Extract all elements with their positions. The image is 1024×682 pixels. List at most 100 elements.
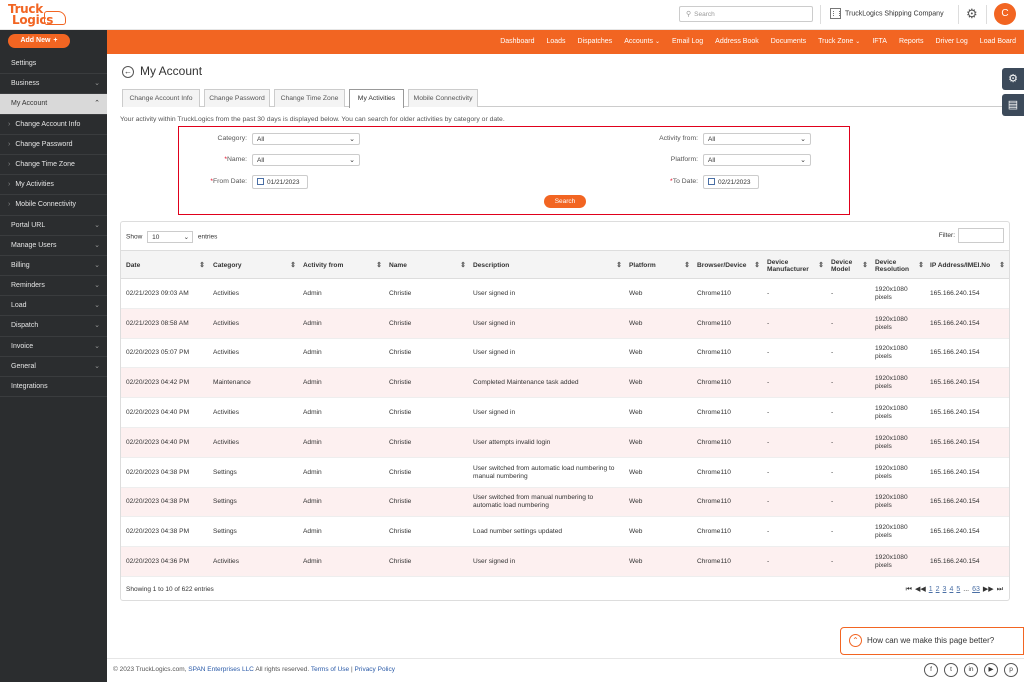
sidebar-subitem-change-time-zone[interactable]: › Change Time Zone	[0, 154, 107, 176]
page-link[interactable]: 3	[943, 586, 947, 593]
table-cell-device-model: -	[831, 528, 834, 536]
table-cell-device-resolution: 1920x1080 pixels	[875, 315, 908, 331]
sort-icon: ⇕	[616, 262, 622, 269]
table-cell-category: Activities	[213, 558, 240, 566]
table-cell-name: Christie	[389, 319, 412, 327]
column-header-category[interactable]: Category ⇕	[213, 251, 299, 280]
privacy-link[interactable]: Privacy Policy	[355, 666, 395, 673]
table-cell-name: Christie	[389, 558, 412, 566]
nav-reports[interactable]: Reports	[899, 30, 924, 54]
next-page-icon[interactable]: ▶▶	[983, 586, 994, 593]
column-header-activity-from[interactable]: Activity from ⇕	[303, 251, 385, 280]
page-link[interactable]: 2	[936, 586, 940, 593]
table-cell-browser-device: Chrome110	[697, 379, 731, 387]
column-header-browser-device[interactable]: Browser/Device ⇕	[697, 251, 763, 280]
table-cell-device-resolution: 1920x1080 pixels	[875, 405, 908, 421]
column-header-platform[interactable]: Platform ⇕	[629, 251, 693, 280]
pinterest-icon[interactable]: p	[1004, 663, 1018, 677]
user-avatar[interactable]: C	[994, 3, 1016, 25]
sidebar-item-manage-users[interactable]: Manage Users ⌄	[0, 236, 107, 256]
nav-documents[interactable]: Documents	[771, 30, 806, 54]
nav-email-log[interactable]: Email Log	[672, 30, 703, 54]
page-link[interactable]: 63	[972, 586, 980, 593]
platform-select[interactable]: All ⌄	[703, 154, 811, 166]
prev-page-icon[interactable]: ◀◀	[915, 586, 926, 593]
facebook-icon[interactable]: f	[924, 663, 938, 677]
sort-icon: ⇕	[290, 262, 296, 269]
column-header-description[interactable]: Description ⇕	[473, 251, 625, 280]
notes-icon[interactable]: ▤	[1002, 94, 1024, 116]
last-page-icon[interactable]: ⏭	[997, 586, 1003, 593]
nav-truck-zone[interactable]: Truck Zone ⌄	[818, 30, 860, 54]
sidebar-item-settings[interactable]: Settings	[0, 54, 107, 75]
tab-change-time-zone[interactable]: Change Time Zone	[274, 89, 345, 107]
nav-driver-log[interactable]: Driver Log	[936, 30, 968, 54]
sidebar-item-integrations[interactable]: Integrations	[0, 377, 107, 398]
nav-dashboard[interactable]: Dashboard	[500, 30, 534, 54]
to-date-field[interactable]: 02/21/2023	[703, 175, 759, 189]
from-date-field[interactable]: 01/21/2023	[252, 175, 308, 189]
sidebar-item-load[interactable]: Load ⌄	[0, 296, 107, 317]
linkedin-icon[interactable]: in	[964, 663, 978, 677]
tab-my-activities[interactable]: My Activities	[349, 89, 404, 108]
first-page-icon[interactable]: ⏮	[906, 586, 912, 593]
table-cell-browser-device: Chrome110	[697, 319, 731, 327]
tab-mobile-connectivity[interactable]: Mobile Connectivity	[408, 89, 478, 107]
page-size-select[interactable]: 10 ⌄	[147, 231, 194, 243]
search-button[interactable]: Search	[544, 195, 586, 208]
table-cell-platform: Web	[629, 349, 643, 357]
feedback-widget[interactable]: ⌃ How can we make this page better?	[840, 627, 1024, 655]
name-select[interactable]: All ⌄	[252, 154, 360, 166]
table-cell-description: User signed in	[473, 409, 516, 417]
column-header-device-resolution[interactable]: Device Resolution ⇕	[875, 251, 927, 280]
sidebar-subitem-change-password[interactable]: › Change Password	[0, 134, 107, 155]
tab-change-account-info[interactable]: Change Account Info	[122, 89, 200, 107]
nav-ifta[interactable]: IFTA	[872, 30, 887, 54]
nav-load-board[interactable]: Load Board	[980, 30, 1016, 54]
column-header-ip-address-imei-no[interactable]: IP Address/IMEI.No ⇕	[930, 251, 1008, 280]
column-header-date[interactable]: Date ⇕	[126, 251, 208, 280]
column-header-name[interactable]: Name ⇕	[389, 251, 469, 280]
twitter-icon[interactable]: t	[944, 663, 958, 677]
page-link[interactable]: 1	[929, 586, 933, 593]
sidebar-item-invoice[interactable]: Invoice ⌄	[0, 337, 107, 357]
add-new-button[interactable]: Add New +	[8, 34, 70, 48]
company-switcher[interactable]: TruckLogics Shipping Company	[830, 8, 944, 19]
settings-gear-icon[interactable]: ⚙	[966, 7, 978, 20]
page-link[interactable]: 4	[949, 586, 953, 593]
span-enterprises-link[interactable]: SPAN Enterprises LLC	[188, 666, 254, 673]
activity-from-select[interactable]: All ⌄	[703, 133, 811, 145]
table-cell-date: 02/20/2023 05:07 PM	[126, 349, 190, 357]
table-filter-input[interactable]	[958, 228, 1004, 243]
sidebar-subitem-mobile-connectivity[interactable]: › Mobile Connectivity	[0, 195, 107, 216]
column-header-device-manufacturer[interactable]: Device Manufacturer ⇕	[767, 251, 827, 280]
trucklogics-logo[interactable]: Truck Logics	[8, 3, 66, 28]
sidebar-subitem-change-account-info[interactable]: › Change Account Info	[0, 114, 107, 135]
nav-loads[interactable]: Loads	[546, 30, 565, 54]
page-link[interactable]: 5	[956, 586, 960, 593]
table-cell-description: Load number settings updated	[473, 528, 563, 536]
sidebar-item-portal-url[interactable]: Portal URL ⌄	[0, 216, 107, 236]
column-header-device-model[interactable]: Device Model ⇕	[831, 251, 871, 280]
sidebar-subitem-my-activities[interactable]: › My Activities	[0, 175, 107, 196]
global-search-input[interactable]: ⚲ Search	[679, 6, 813, 22]
chevron-down-icon: ⌄	[94, 241, 100, 249]
nav-dispatches[interactable]: Dispatches	[578, 30, 613, 54]
category-select[interactable]: All ⌄	[252, 133, 360, 145]
sidebar-item-dispatch[interactable]: Dispatch ⌄	[0, 316, 107, 337]
sidebar-item-reminders[interactable]: Reminders ⌄	[0, 276, 107, 297]
nav-address-book[interactable]: Address Book	[715, 30, 759, 54]
table-cell-category: Maintenance	[213, 379, 251, 387]
sidebar-item-my-account[interactable]: My Account ⌃	[0, 94, 107, 115]
sidebar-item-billing[interactable]: Billing ⌄	[0, 256, 107, 277]
nav-accounts[interactable]: Accounts ⌄	[624, 30, 660, 54]
sidebar-item-business[interactable]: Business ⌄	[0, 74, 107, 95]
tab-change-password[interactable]: Change Password	[204, 89, 270, 107]
support-gear-icon[interactable]: ⚙	[1002, 68, 1024, 90]
youtube-icon[interactable]: ▶	[984, 663, 998, 677]
table-cell-name: Christie	[389, 468, 412, 476]
terms-link[interactable]: Terms of Use	[311, 666, 349, 673]
back-arrow-icon[interactable]: ←	[122, 66, 134, 78]
page-title: ← My Account	[122, 64, 203, 78]
sidebar-item-general[interactable]: General ⌄	[0, 357, 107, 377]
